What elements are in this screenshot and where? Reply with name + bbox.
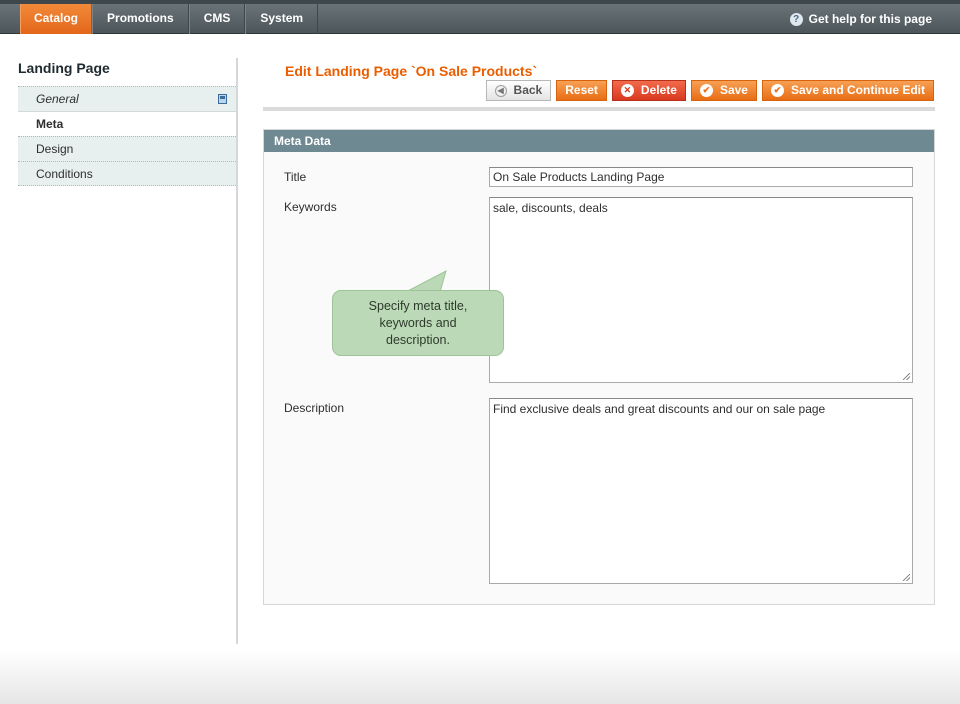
description-label: Description — [284, 401, 345, 415]
resize-handle-icon[interactable] — [903, 574, 910, 581]
page-title: Edit Landing Page `On Sale Products` — [285, 63, 538, 79]
sidebar-item-label: Design — [36, 142, 74, 156]
save-icon — [218, 94, 227, 104]
sidebar-item-label: General — [36, 92, 79, 106]
sidebar-item-conditions[interactable]: Conditions — [18, 161, 236, 186]
nav-item-system[interactable]: System — [245, 4, 319, 34]
callout-pointer — [405, 270, 447, 292]
save-and-continue-button[interactable]: ✔ Save and Continue Edit — [761, 80, 934, 101]
check-icon: ✔ — [770, 84, 784, 97]
sidebar-item-label: Meta — [36, 117, 64, 131]
nav-item-cms[interactable]: CMS — [188, 4, 246, 34]
sidebar-item-label: Conditions — [36, 167, 93, 181]
nav-item-catalog[interactable]: Catalog — [20, 4, 93, 34]
sidebar-item-meta[interactable]: Meta — [18, 111, 236, 136]
save-button[interactable]: ✔ Save — [690, 80, 757, 101]
title-input[interactable] — [489, 167, 913, 187]
nav-item-promotions[interactable]: Promotions — [92, 4, 189, 34]
top-navigation-bar: Catalog Promotions CMS System ? Get help… — [0, 0, 960, 34]
keywords-label: Keywords — [284, 200, 337, 214]
sidebar-item-design[interactable]: Design — [18, 136, 236, 161]
back-button[interactable]: ◀ Back — [485, 80, 552, 101]
check-icon: ✔ — [699, 84, 713, 97]
description-value: Find exclusive deals and great discounts… — [493, 402, 826, 416]
save-and-continue-button-label: Save and Continue Edit — [790, 83, 925, 97]
reset-button-label: Reset — [565, 83, 598, 97]
title-label: Title — [284, 170, 307, 184]
footer — [0, 650, 960, 704]
callout-line: keywords and — [379, 316, 457, 330]
keywords-textarea[interactable]: sale, discounts, deals — [489, 197, 913, 383]
resize-handle-icon[interactable] — [903, 373, 910, 380]
sidebar-item-general[interactable]: General — [18, 86, 236, 111]
action-buttons: ◀ Back Reset ✕ Delete ✔ Save ✔ Save and … — [485, 80, 934, 101]
meta-data-fieldset: Meta Data Title Keywords sale, discounts… — [263, 129, 935, 605]
help-link[interactable]: ? Get help for this page — [789, 4, 932, 34]
reset-button[interactable]: Reset — [556, 80, 607, 101]
keywords-value: sale, discounts, deals — [493, 201, 608, 215]
help-link-label: Get help for this page — [808, 11, 932, 26]
close-icon: ✕ — [620, 84, 634, 97]
arrow-left-icon: ◀ — [494, 84, 507, 97]
fieldset-header: Meta Data — [264, 130, 934, 152]
delete-button[interactable]: ✕ Delete — [611, 80, 686, 101]
callout-line: Specify meta title, — [368, 299, 468, 313]
help-callout: Specify meta title, keywords and descrip… — [332, 290, 504, 356]
sidebar: Landing Page General Meta Design Conditi… — [18, 58, 238, 644]
header-divider — [263, 107, 935, 111]
main-menu: Catalog Promotions CMS System — [20, 4, 319, 34]
delete-button-label: Delete — [640, 83, 677, 97]
back-button-label: Back — [513, 83, 543, 97]
sidebar-title: Landing Page — [18, 60, 110, 76]
save-button-label: Save — [719, 83, 748, 97]
description-textarea[interactable]: Find exclusive deals and great discounts… — [489, 398, 913, 584]
question-icon: ? — [789, 12, 803, 26]
callout-line: description. — [386, 333, 450, 347]
